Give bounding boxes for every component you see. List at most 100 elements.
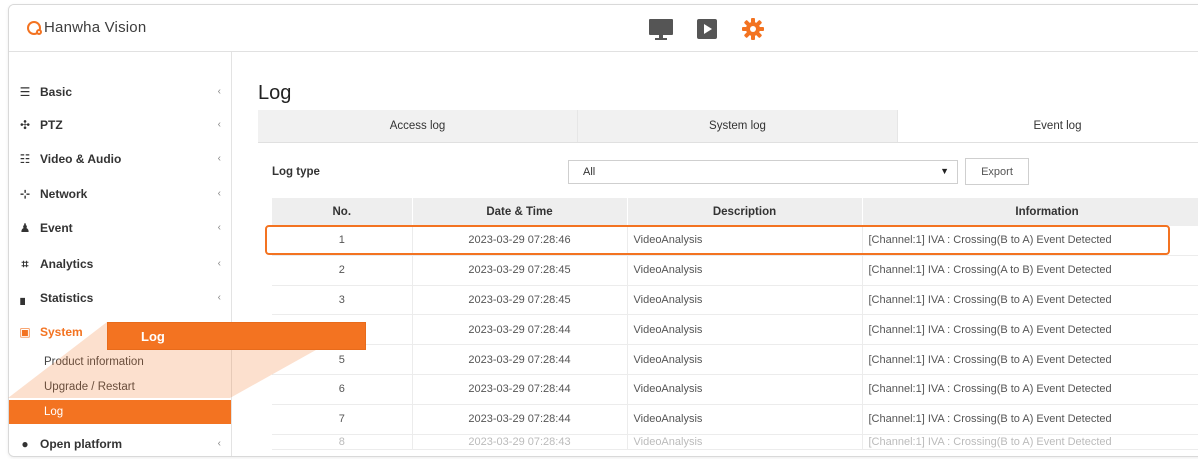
- sidebar-item-basic[interactable]: ☰ Basic ‹: [9, 76, 231, 108]
- chevron-left-icon: ‹: [217, 119, 221, 130]
- cell-description: VideoAnalysis: [627, 285, 863, 316]
- table-row[interactable]: 8 2023-03-29 07:28:43 VideoAnalysis [Cha…: [272, 434, 1198, 450]
- cell-description: VideoAnalysis: [627, 344, 863, 375]
- main-content: Log Access log System log Event log Log …: [232, 52, 1198, 456]
- sidebar-subitem-label: Log: [44, 406, 64, 418]
- monitor-icon[interactable]: [647, 15, 675, 43]
- table-row[interactable]: 2 2023-03-29 07:28:45 VideoAnalysis [Cha…: [272, 255, 1198, 286]
- tab-access-log[interactable]: Access log: [258, 110, 578, 142]
- cell-description: VideoAnalysis: [627, 434, 863, 450]
- log-type-value: All: [583, 166, 596, 178]
- column-header-date-time[interactable]: Date & Time: [412, 198, 628, 226]
- sidebar-item-label: Statistics: [40, 291, 94, 305]
- cell-no: 3: [272, 285, 413, 316]
- sidebar-item-label: Event: [40, 221, 73, 235]
- cell-date-time: 2023-03-29 07:28:44: [412, 314, 628, 346]
- cell-description: VideoAnalysis: [627, 314, 863, 346]
- cell-date-time: 2023-03-29 07:28:44: [412, 374, 628, 405]
- sliders-icon: ☷: [19, 152, 31, 166]
- network-icon: ⊹: [19, 187, 31, 201]
- cell-date-time: 2023-03-29 07:28:44: [412, 404, 628, 435]
- sidebar-subitem-label: Product information: [44, 356, 144, 368]
- cell-information: [Channel:1] IVA : Crossing(B to A) Event…: [862, 374, 1198, 405]
- system-square-icon: ▣: [19, 325, 31, 339]
- top-nav: [647, 15, 785, 43]
- gear-icon[interactable]: [739, 15, 767, 43]
- sidebar-item-video-audio[interactable]: ☷ Video & Audio ‹: [9, 143, 231, 175]
- sidebar-item-label: Open platform: [40, 437, 123, 451]
- sidebar-item-label: Network: [40, 187, 88, 201]
- callout-log-label: Log: [107, 322, 366, 350]
- chevron-left-icon: ‹: [217, 438, 221, 449]
- table-row[interactable]: 6 2023-03-29 07:28:44 VideoAnalysis [Cha…: [272, 374, 1198, 405]
- cell-information: [Channel:1] IVA : Crossing(B to A) Event…: [862, 404, 1198, 435]
- sidebar-item-label: PTZ: [40, 118, 63, 132]
- page-title: Log: [258, 82, 292, 104]
- sidebar: ☰ Basic ‹ ✣ PTZ ‹ ☷ Video & Audio ‹ ⊹ Ne…: [9, 52, 232, 456]
- cell-information: [Channel:1] IVA : Crossing(B to A) Event…: [862, 285, 1198, 316]
- export-button[interactable]: Export: [965, 158, 1029, 185]
- table-row[interactable]: 3 2023-03-29 07:28:45 VideoAnalysis [Cha…: [272, 285, 1198, 316]
- cell-description: VideoAnalysis: [627, 404, 863, 435]
- log-type-select[interactable]: All ▼: [568, 160, 958, 184]
- cell-date-time: 2023-03-29 07:28:46: [412, 226, 628, 256]
- cell-information: [Channel:1] IVA : Crossing(B to A) Event…: [862, 314, 1198, 346]
- bar-chart-icon: ▖: [20, 291, 30, 305]
- chevron-left-icon: ‹: [217, 258, 221, 269]
- sidebar-item-event[interactable]: ♟ Event ‹: [9, 212, 231, 244]
- table-row[interactable]: 1 2023-03-29 07:28:46 VideoAnalysis [Cha…: [272, 226, 1198, 256]
- sidebar-item-analytics[interactable]: ⌗ Analytics ‹: [9, 248, 231, 280]
- sidebar-item-open-platform[interactable]: ● Open platform ‹: [9, 428, 231, 456]
- play-icon[interactable]: [693, 15, 721, 43]
- log-type-filter: Log type All ▼ Export: [272, 158, 1198, 186]
- sidebar-item-label: System: [40, 325, 83, 339]
- cell-information: [Channel:1] IVA : Crossing(B to A) Event…: [862, 344, 1198, 375]
- table-row[interactable]: 4 2023-03-29 07:28:44 VideoAnalysis [Cha…: [272, 314, 1198, 346]
- tab-event-log[interactable]: Event log: [898, 110, 1198, 142]
- sidebar-subitem-upgrade-restart[interactable]: Upgrade / Restart: [9, 375, 231, 399]
- cell-no: 1: [272, 226, 413, 256]
- log-tabs: Access log System log Event log: [258, 110, 1198, 143]
- top-bar: Hanwha Vision: [9, 5, 1198, 52]
- sidebar-item-statistics[interactable]: ▖ Statistics ‹: [9, 282, 231, 314]
- tab-system-log[interactable]: System log: [578, 110, 898, 142]
- chevron-left-icon: ‹: [217, 292, 221, 303]
- sidebar-subitem-label: Upgrade / Restart: [44, 381, 135, 393]
- cell-date-time: 2023-03-29 07:28:45: [412, 285, 628, 316]
- sidebar-item-label: Analytics: [40, 257, 94, 271]
- chevron-left-icon: ‹: [217, 86, 221, 97]
- cell-date-time: 2023-03-29 07:28:43: [412, 434, 628, 450]
- sidebar-subitem-product-information[interactable]: Product information: [9, 350, 231, 374]
- cell-information: [Channel:1] IVA : Crossing(B to A) Event…: [862, 226, 1198, 256]
- event-log-table: No. Date & Time Description Information …: [272, 198, 1198, 450]
- list-icon: ☰: [19, 85, 31, 99]
- analytics-frame-icon: ⌗: [21, 256, 29, 271]
- log-type-label: Log type: [272, 166, 320, 178]
- cell-description: VideoAnalysis: [627, 226, 863, 256]
- cell-information: [Channel:1] IVA : Crossing(A to B) Event…: [862, 255, 1198, 286]
- table-row[interactable]: 5 2023-03-29 07:28:44 VideoAnalysis [Cha…: [272, 344, 1198, 375]
- cell-information: [Channel:1] IVA : Crossing(B to A) Event…: [862, 434, 1198, 450]
- open-platform-icon: ●: [21, 437, 29, 451]
- column-header-no[interactable]: No.: [272, 198, 413, 226]
- hanwha-logo-icon: [27, 20, 42, 35]
- brand-logo[interactable]: Hanwha Vision: [27, 19, 146, 36]
- column-header-description[interactable]: Description: [627, 198, 863, 226]
- chevron-left-icon: ‹: [217, 222, 221, 233]
- chevron-left-icon: ‹: [217, 188, 221, 199]
- sidebar-item-label: Video & Audio: [40, 152, 122, 166]
- cell-no: 7: [272, 404, 413, 435]
- column-header-information[interactable]: Information: [862, 198, 1198, 226]
- cell-date-time: 2023-03-29 07:28:44: [412, 344, 628, 375]
- sidebar-item-label: Basic: [40, 85, 73, 99]
- sidebar-item-network[interactable]: ⊹ Network ‹: [9, 178, 231, 210]
- chevron-down-icon: ▼: [940, 166, 949, 176]
- chevron-left-icon: ‹: [217, 153, 221, 164]
- sidebar-item-ptz[interactable]: ✣ PTZ ‹: [9, 109, 231, 141]
- cell-no: 8: [272, 434, 413, 450]
- cell-no: 6: [272, 374, 413, 405]
- table-row[interactable]: 7 2023-03-29 07:28:44 VideoAnalysis [Cha…: [272, 404, 1198, 435]
- cell-description: VideoAnalysis: [627, 255, 863, 286]
- cell-description: VideoAnalysis: [627, 374, 863, 405]
- sidebar-subitem-log[interactable]: Log: [9, 400, 231, 424]
